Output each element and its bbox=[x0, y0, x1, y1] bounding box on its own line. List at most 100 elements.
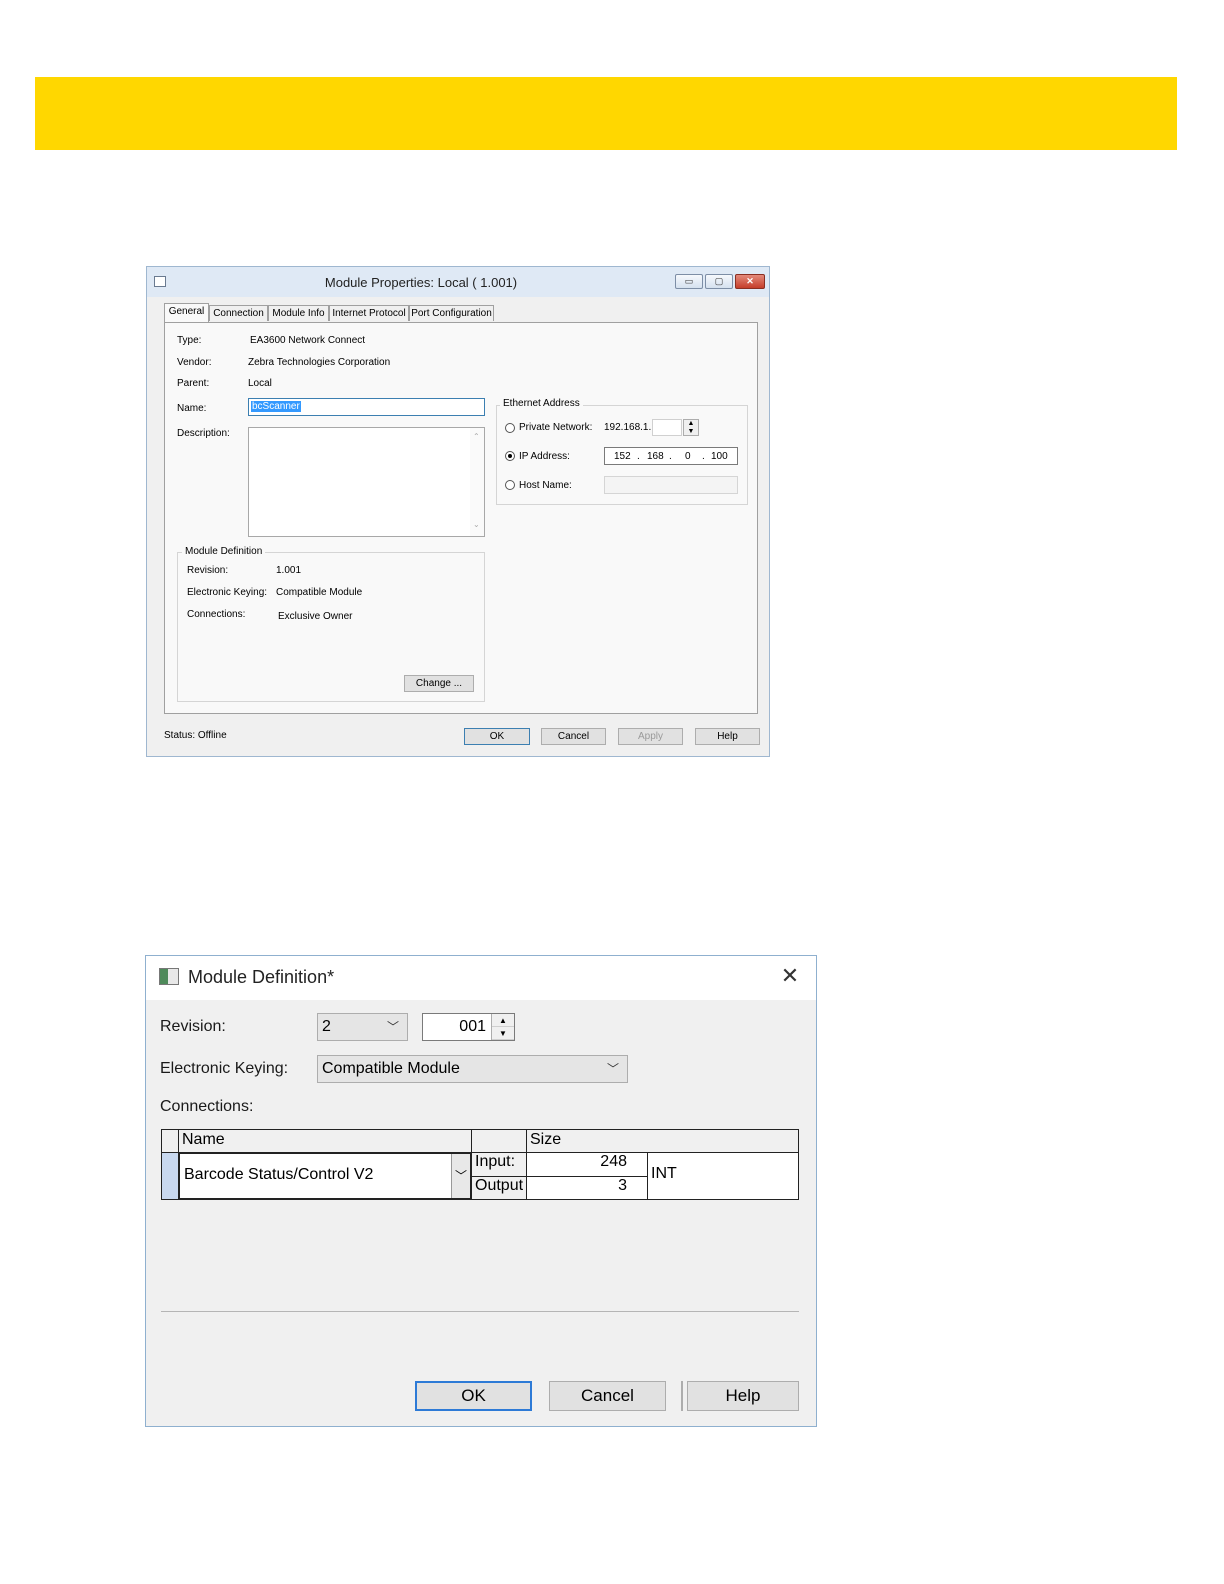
output-label-cell: Output bbox=[471, 1176, 527, 1200]
input-label-cell: Input: bbox=[471, 1152, 527, 1177]
spin-down-icon[interactable]: ▼ bbox=[684, 428, 698, 436]
help-button[interactable]: Help bbox=[695, 728, 760, 745]
ip-address-label: IP Address: bbox=[519, 451, 570, 462]
revision-minor-value: 001 bbox=[459, 1018, 486, 1035]
status-text: Status: Offline bbox=[164, 730, 227, 741]
spin-up-icon[interactable]: ▲ bbox=[492, 1014, 514, 1027]
private-network-spinner[interactable]: ▲ ▼ bbox=[683, 419, 699, 436]
ip-dot: . bbox=[702, 451, 705, 462]
dialog-title: Module Definition* bbox=[188, 967, 335, 987]
input-label: Input: bbox=[475, 1153, 516, 1170]
type-value: EA3600 Network Connect bbox=[250, 335, 366, 346]
spin-up-icon[interactable]: ▲ bbox=[684, 420, 698, 428]
ok-button[interactable]: OK bbox=[415, 1381, 532, 1411]
revision-label: Revision: bbox=[187, 565, 229, 576]
output-size-value: 3 bbox=[618, 1177, 627, 1194]
connections-value: Exclusive Owner bbox=[278, 611, 353, 622]
ip-address-radio[interactable] bbox=[505, 451, 515, 461]
private-network-label: Private Network: bbox=[519, 422, 593, 433]
host-name-label: Host Name: bbox=[519, 480, 572, 491]
tab-general[interactable]: General bbox=[164, 303, 209, 322]
ip-address-input[interactable]: 152 . 168 . 0 . 100 bbox=[604, 447, 738, 465]
description-label: Description: bbox=[177, 428, 230, 439]
size-type-cell: INT bbox=[647, 1152, 799, 1200]
cancel-button[interactable]: Cancel bbox=[541, 728, 606, 745]
connection-name-dropdown[interactable]: ﹀ bbox=[451, 1154, 470, 1198]
vendor-value: Zebra Technologies Corporation bbox=[248, 357, 391, 368]
module-definition-caption: Module Definition bbox=[182, 546, 266, 557]
column-header-name: Name bbox=[178, 1129, 472, 1153]
revision-minor-spinner[interactable]: ▲ ▼ bbox=[491, 1014, 514, 1040]
host-name-radio[interactable] bbox=[505, 480, 515, 490]
chevron-down-icon: ﹀ bbox=[606, 1062, 619, 1076]
row-selector[interactable] bbox=[161, 1152, 179, 1200]
parent-value: Local bbox=[248, 378, 272, 389]
table-row[interactable]: Barcode Status/Control V2 ﹀ bbox=[178, 1152, 472, 1200]
maximize-button[interactable]: ▢ bbox=[705, 274, 733, 289]
electronic-keying-label: Electronic Keying: bbox=[160, 1060, 289, 1077]
electronic-keying-label: Electronic Keying: bbox=[187, 587, 268, 598]
module-definition-dialog: Module Definition* ✕ Revision: 2 ﹀ 001 ▲… bbox=[145, 955, 817, 1427]
row-header-corner bbox=[161, 1129, 179, 1153]
output-label: Output bbox=[475, 1177, 524, 1194]
module-properties-dialog: Module Properties: Local ( 1.001) ▭ ▢ ✕ … bbox=[146, 266, 770, 757]
spin-down-icon[interactable]: ▼ bbox=[492, 1027, 514, 1040]
revision-value: 1.001 bbox=[276, 565, 302, 576]
minimize-button[interactable]: ▭ bbox=[675, 274, 703, 289]
ip-octet-2: 168 bbox=[647, 451, 664, 462]
name-label: Name: bbox=[177, 403, 207, 414]
description-scrollbar[interactable]: ⌃ ⌄ bbox=[470, 428, 484, 536]
revision-label: Revision: bbox=[160, 1018, 226, 1035]
title-bar: Module Properties: Local ( 1.001) ▭ ▢ ✕ bbox=[147, 267, 769, 297]
general-panel: Type: EA3600 Network Connect Vendor: Zeb… bbox=[164, 322, 758, 714]
apply-button[interactable]: Apply bbox=[618, 728, 683, 745]
header-banner bbox=[35, 77, 1177, 150]
type-label: Type: bbox=[177, 335, 202, 346]
ip-dot: . bbox=[669, 451, 672, 462]
tab-module-info[interactable]: Module Info bbox=[268, 305, 329, 321]
close-button[interactable]: ✕ bbox=[735, 274, 765, 289]
revision-minor-input[interactable]: 001 ▲ ▼ bbox=[422, 1013, 515, 1041]
cancel-button[interactable]: Cancel bbox=[549, 1381, 666, 1411]
column-header-size: Size bbox=[526, 1129, 799, 1153]
description-textarea[interactable]: ⌃ ⌄ bbox=[248, 427, 485, 537]
private-network-radio[interactable] bbox=[505, 423, 515, 433]
app-icon bbox=[159, 968, 179, 985]
ethernet-address-caption: Ethernet Address bbox=[500, 398, 583, 409]
tab-internet-protocol[interactable]: Internet Protocol bbox=[329, 305, 409, 321]
divider bbox=[161, 1311, 799, 1312]
electronic-keying-value: Compatible Module bbox=[322, 1060, 460, 1077]
electronic-keying-value: Compatible Module bbox=[276, 587, 363, 598]
host-name-input[interactable] bbox=[604, 476, 738, 494]
column-header-blank bbox=[471, 1129, 527, 1153]
scroll-down-icon[interactable]: ⌄ bbox=[473, 520, 480, 529]
chevron-down-icon: ﹀ bbox=[386, 1020, 399, 1034]
change-button[interactable]: Change ... bbox=[404, 675, 474, 692]
parent-label: Parent: bbox=[177, 378, 210, 389]
private-network-prefix: 192.168.1. bbox=[604, 422, 652, 433]
name-input[interactable]: bcScanner bbox=[248, 398, 485, 416]
ok-button[interactable]: OK bbox=[464, 728, 530, 745]
input-size-cell: 248 bbox=[526, 1152, 648, 1177]
private-network-octet-input[interactable] bbox=[652, 419, 682, 436]
tab-port-configuration[interactable]: Port Configuration bbox=[409, 305, 494, 321]
dialog-title: Module Properties: Local ( 1.001) bbox=[324, 275, 518, 290]
button-separator bbox=[681, 1381, 683, 1411]
scroll-up-icon[interactable]: ⌃ bbox=[473, 432, 480, 441]
ip-octet-3: 0 bbox=[685, 451, 691, 462]
vendor-label: Vendor: bbox=[177, 357, 212, 368]
ip-octet-4: 100 bbox=[711, 451, 728, 462]
title-bar: Module Definition* ✕ bbox=[146, 956, 816, 1000]
ip-octet-1: 152 bbox=[614, 451, 631, 462]
help-button[interactable]: Help bbox=[687, 1381, 799, 1411]
revision-major-select[interactable]: 2 ﹀ bbox=[317, 1013, 408, 1041]
connections-label: Connections: bbox=[187, 609, 246, 620]
electronic-keying-select[interactable]: Compatible Module ﹀ bbox=[317, 1055, 628, 1083]
name-input-selected-text: bcScanner bbox=[251, 401, 301, 412]
tab-connection[interactable]: Connection bbox=[209, 305, 268, 321]
size-type-value: INT bbox=[651, 1165, 677, 1182]
close-icon[interactable]: ✕ bbox=[778, 964, 802, 988]
ip-dot: . bbox=[637, 451, 640, 462]
input-size-value: 248 bbox=[600, 1153, 627, 1170]
connections-label: Connections: bbox=[160, 1098, 254, 1115]
